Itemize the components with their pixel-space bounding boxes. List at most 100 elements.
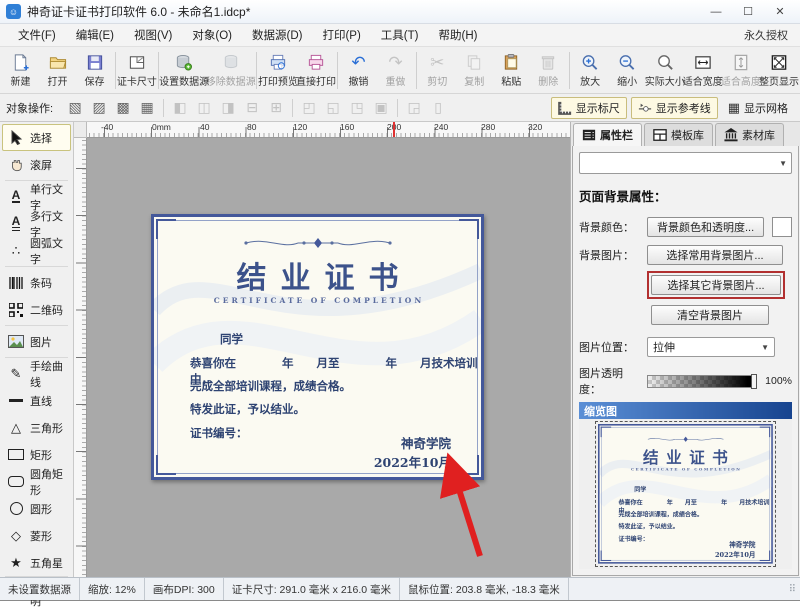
menu-tools[interactable]: 工具(T)	[371, 24, 429, 46]
tool-diamond[interactable]: ◇ 菱形	[2, 522, 71, 549]
multi-line-text-icon: A	[7, 216, 25, 232]
align-right-button: ◨	[216, 98, 240, 118]
save-button[interactable]: 保存	[76, 49, 113, 92]
thumbnail-preview[interactable]: 结业证书 CERTIFICATE OF COMPLETION 同学 恭喜你在 年…	[598, 424, 773, 564]
print-preview-icon	[268, 53, 288, 72]
barcode-icon	[7, 275, 25, 291]
opacity-slider[interactable]	[647, 375, 757, 388]
print-preview-button[interactable]: 打印预览	[259, 49, 297, 92]
status-bar: 未设置数据源 缩放: 12% 画布DPI: 300 证卡尺寸: 291.0 毫米…	[0, 577, 800, 600]
tool-rounded-rectangle[interactable]: 圆角矩形	[2, 468, 71, 495]
fit-page-button[interactable]: 整页显示	[760, 49, 798, 92]
image-position-label: 图片位置：	[579, 339, 643, 355]
triangle-icon: △	[7, 420, 25, 436]
object-selector-dropdown[interactable]: ▼	[579, 152, 792, 174]
tool-label: 菱形	[30, 528, 52, 544]
fit-width-button[interactable]: 适合宽度	[684, 49, 722, 92]
send-backward-button[interactable]: ▨	[87, 98, 111, 118]
choose-common-bg-button[interactable]: 选择常用背景图片...	[647, 245, 783, 265]
toolbar-label: 放大	[580, 73, 600, 88]
tool-image[interactable]: 图片	[2, 328, 71, 355]
tool-label: 手绘曲线	[30, 358, 66, 390]
opacity-slider-handle[interactable]	[751, 374, 757, 389]
tool-label: 圆弧文字	[30, 235, 66, 267]
guides-icon	[638, 101, 652, 115]
certificate-salutation: 同学	[220, 331, 243, 347]
menu-view[interactable]: 视图(V)	[124, 24, 182, 46]
tool-star[interactable]: ★ 五角星	[2, 549, 71, 576]
undo-button[interactable]: ↶ 撤销	[340, 49, 377, 92]
tool-qrcode[interactable]: 二维码	[2, 296, 71, 323]
open-folder-icon	[48, 53, 68, 72]
toolbar-label: 设置数据源	[159, 73, 209, 88]
align-top-button: ⊟	[240, 98, 264, 118]
minimize-button[interactable]: —	[702, 3, 730, 21]
tool-scroll[interactable]: 滚屏	[2, 151, 71, 178]
toolbar-separator	[337, 52, 338, 89]
ruler-label: 120	[293, 122, 307, 132]
toolbar-label: 撤销	[348, 73, 368, 88]
tool-label: 滚屏	[30, 157, 52, 173]
toolbar-separator	[163, 99, 164, 117]
status-mouse-position: 鼠标位置: 203.8 毫米, -18.3 毫米	[400, 578, 569, 600]
show-ruler-toggle[interactable]: 显示标尺	[551, 97, 627, 119]
show-grid-toggle[interactable]: ▦ 显示网格	[722, 98, 794, 118]
tool-freehand-curve[interactable]: ✎ 手绘曲线	[2, 360, 71, 387]
resize-grip[interactable]: ⠿	[789, 584, 797, 595]
right-panel: 属性栏 模板库 素材库 ▼ 页面背景属性： 背景颜色： 背景颜色和透明度...	[570, 122, 800, 577]
same-size-button: ▯	[426, 98, 450, 118]
align-middle-button: ⊞	[264, 98, 288, 118]
vertical-ruler	[74, 138, 87, 577]
tool-label: 三角形	[30, 420, 63, 436]
close-button[interactable]: ✕	[766, 3, 794, 21]
tool-rectangle[interactable]: 矩形	[2, 441, 71, 468]
show-guides-toggle[interactable]: 显示参考线	[631, 97, 718, 119]
direct-print-button[interactable]: 直接打印	[297, 49, 335, 92]
set-datasource-button[interactable]: 设置数据源	[161, 49, 208, 92]
tool-circle[interactable]: 圆形	[2, 495, 71, 522]
bg-color-swatch[interactable]	[772, 217, 792, 237]
menu-object[interactable]: 对象(O)	[182, 24, 242, 46]
toolbar-label: 打印预览	[258, 73, 298, 88]
toolbar-separator	[569, 52, 570, 89]
tool-multi-line-text[interactable]: A 多行文字	[2, 210, 71, 237]
toolbar-label: 缩小	[617, 73, 637, 88]
certificate-page[interactable]: 结业证书 CERTIFICATE OF COMPLETION 同学 恭喜你在 年…	[151, 214, 484, 480]
menu-edit[interactable]: 编辑(E)	[66, 24, 124, 46]
flourish-ornament	[641, 435, 730, 443]
maximize-button[interactable]: ☐	[734, 3, 762, 21]
tool-select[interactable]: 选择	[2, 124, 71, 151]
card-size-button[interactable]: 证卡尺寸	[118, 49, 156, 92]
bg-color-button[interactable]: 背景颜色和透明度...	[647, 217, 764, 237]
menu-datasource[interactable]: 数据源(D)	[242, 24, 312, 46]
clear-bg-button[interactable]: 清空背景图片	[651, 305, 769, 325]
design-canvas[interactable]: 结业证书 CERTIFICATE OF COMPLETION 同学 恭喜你在 年…	[87, 138, 570, 577]
actual-size-button[interactable]: 实际大小	[646, 49, 684, 92]
image-position-dropdown[interactable]: 拉伸 ▼	[647, 337, 775, 357]
menu-help[interactable]: 帮助(H)	[428, 24, 487, 46]
tool-single-line-text[interactable]: A 单行文字	[2, 183, 71, 210]
paste-button[interactable]: 粘贴	[493, 49, 530, 92]
tab-templates[interactable]: 模板库	[644, 123, 713, 146]
tool-arc-text[interactable]: ∴ 圆弧文字	[2, 237, 71, 264]
menu-file[interactable]: 文件(F)	[8, 24, 66, 46]
open-button[interactable]: 打开	[39, 49, 76, 92]
send-to-back-button[interactable]: ▦	[135, 98, 159, 118]
menu-print[interactable]: 打印(P)	[312, 24, 370, 46]
zoom-in-button[interactable]: 放大	[572, 49, 609, 92]
ruler-label: 320	[528, 122, 542, 132]
tab-materials[interactable]: 素材库	[715, 123, 784, 146]
bring-to-front-button[interactable]: ▩	[111, 98, 135, 118]
tool-triangle[interactable]: △ 三角形	[2, 414, 71, 441]
new-button[interactable]: 新建	[2, 49, 39, 92]
bring-forward-button[interactable]: ▧	[63, 98, 87, 118]
tool-label: 圆角矩形	[30, 466, 66, 498]
tool-barcode[interactable]: 条码	[2, 269, 71, 296]
copy-icon	[464, 53, 484, 72]
choose-other-bg-button[interactable]: 选择其它背景图片...	[651, 275, 781, 295]
bg-color-label: 背景颜色：	[579, 219, 643, 235]
undo-icon: ↶	[351, 53, 365, 72]
tab-properties[interactable]: 属性栏	[573, 123, 642, 146]
zoom-out-button[interactable]: 缩小	[609, 49, 646, 92]
tool-line[interactable]: 直线	[2, 387, 71, 414]
